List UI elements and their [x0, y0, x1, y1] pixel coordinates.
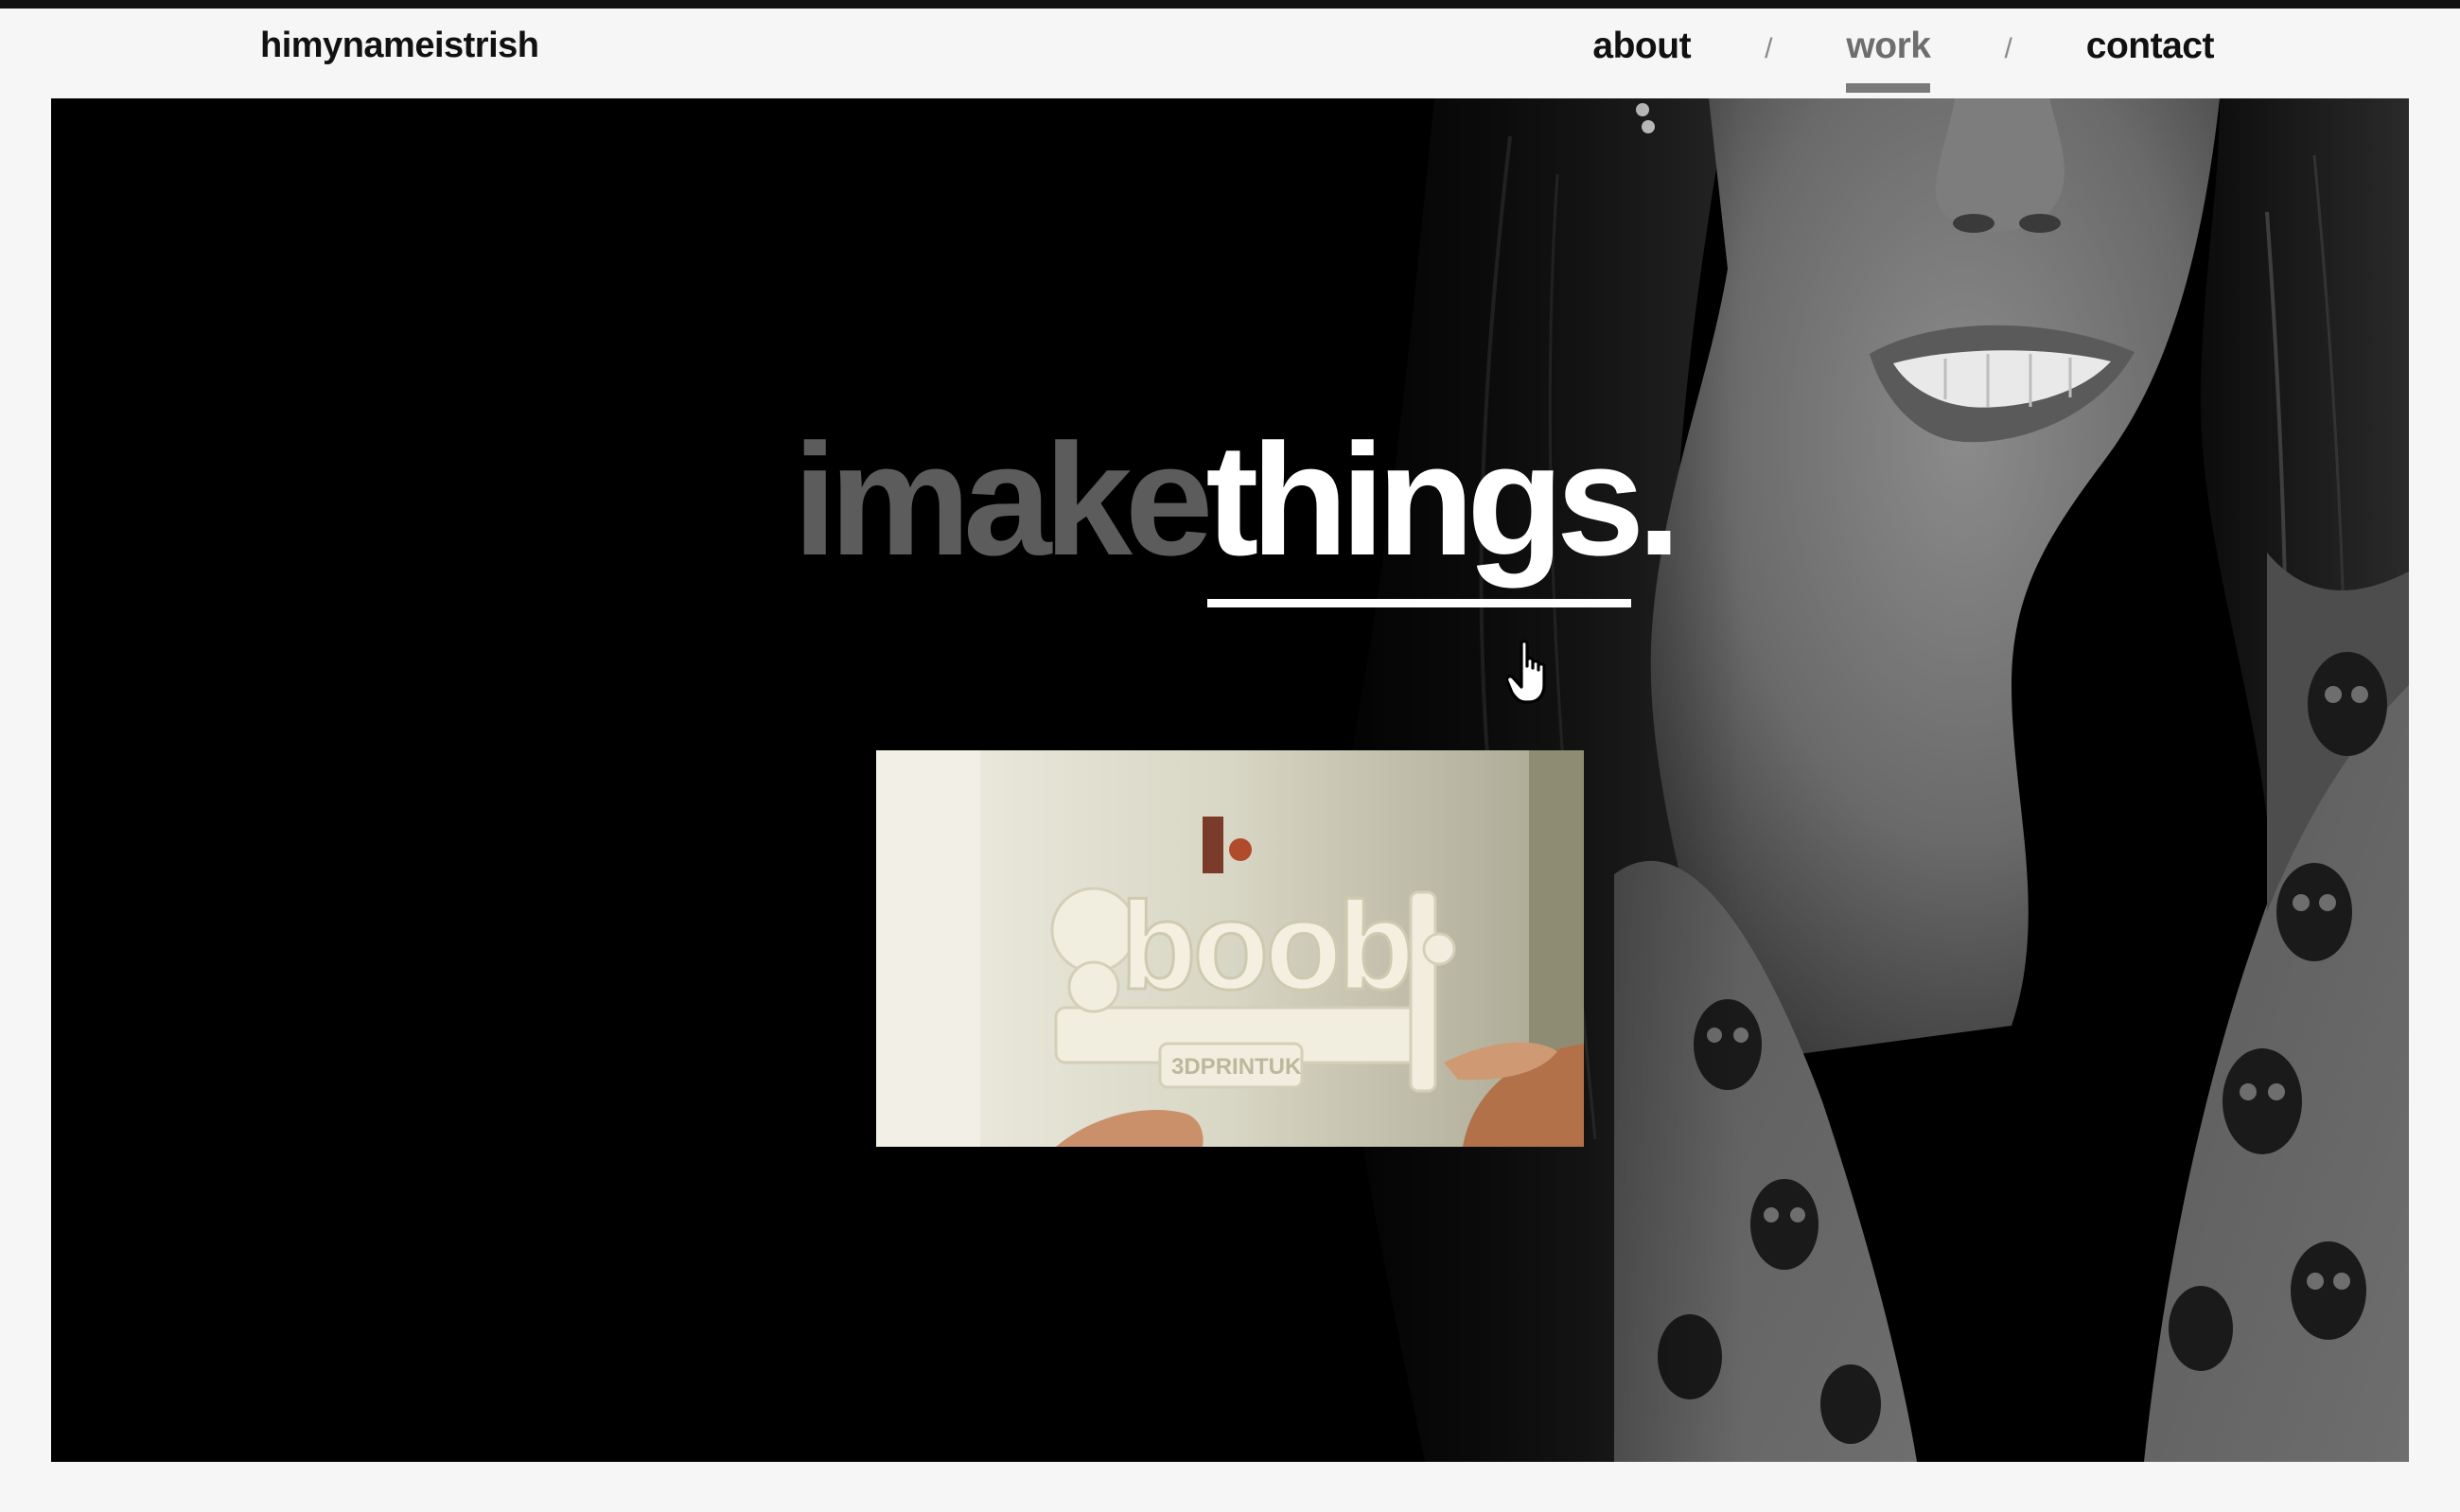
headline-prefix: imake [793, 411, 1213, 589]
headline-period: . [1637, 411, 1681, 589]
project-thumbnail-image: boob 3DPRINTUK [876, 750, 1584, 1147]
thumbnail-print-text: boob [1120, 876, 1411, 1015]
hero-section: imakethings. boob 3DPRINTUK [51, 98, 2409, 1462]
top-border [0, 0, 2460, 9]
project-thumbnail[interactable]: boob 3DPRINTUK [876, 750, 1584, 1147]
nav-separator: / [1765, 33, 1773, 64]
nav-about-link[interactable]: about [1592, 26, 1691, 93]
main-nav: about / work / contact [1592, 26, 2215, 93]
site-logo-link[interactable]: himynameistrish [260, 26, 539, 66]
hand-pointer-icon [1506, 640, 1546, 704]
headline-things-link[interactable]: things [1205, 411, 1644, 589]
site-header: himynameistrish about / work / contact [0, 9, 2460, 98]
nav-separator: / [2004, 33, 2012, 64]
hero-headline: imakethings. [793, 420, 1681, 579]
nav-work-link[interactable]: work [1846, 26, 1931, 93]
nav-contact-link[interactable]: contact [2086, 26, 2215, 93]
thumbnail-plate-text: 3DPRINTUK [1171, 1054, 1302, 1080]
